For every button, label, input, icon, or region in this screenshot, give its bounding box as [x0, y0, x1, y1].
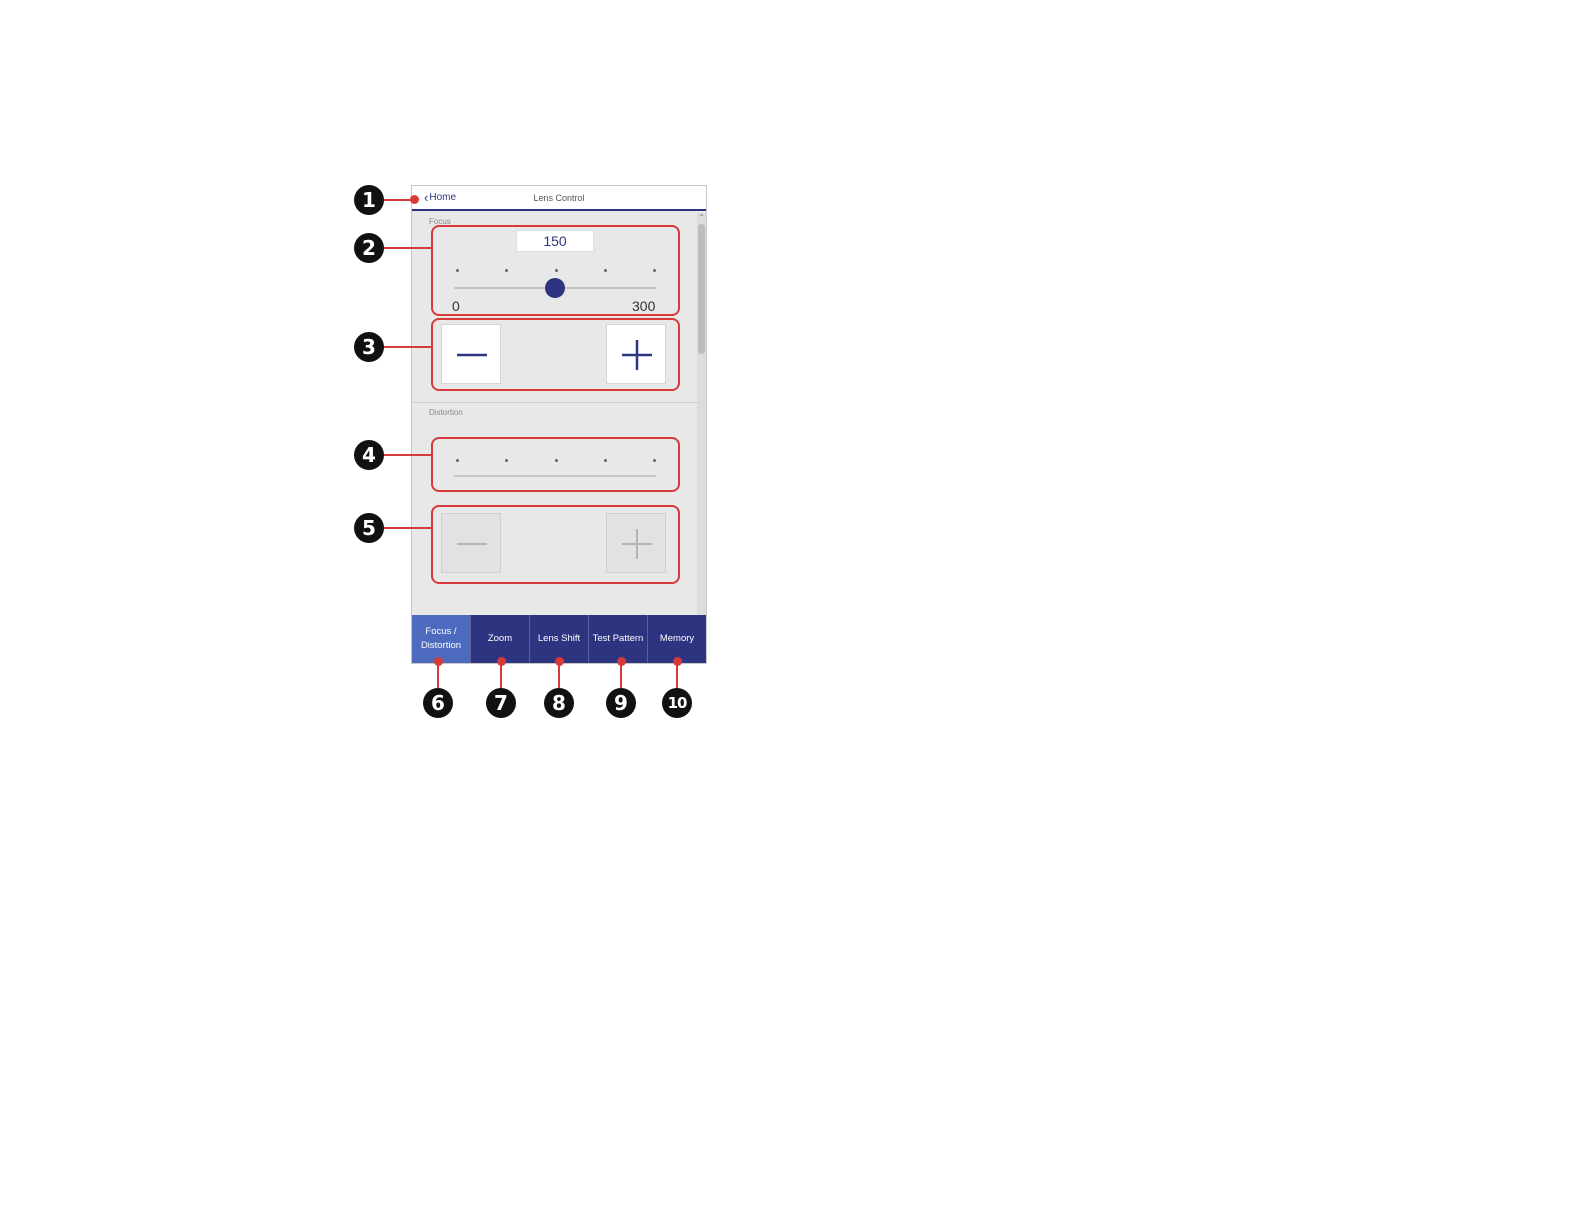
- callout-2: 2: [354, 233, 384, 263]
- scrollbar-thumb[interactable]: [698, 224, 705, 354]
- highlight-focus-buttons: [431, 318, 680, 391]
- callout-leader: [676, 664, 678, 688]
- scroll-up-icon[interactable]: ⌃: [698, 213, 705, 222]
- tab-memory[interactable]: Memory: [647, 615, 706, 663]
- callout-leader: [384, 247, 431, 249]
- callout-leader: [384, 527, 431, 529]
- callout-10: 10: [662, 688, 692, 718]
- header-bar: ‹ Home Lens Control: [412, 186, 706, 211]
- callout-leader: [558, 664, 560, 688]
- callout-8: 8: [544, 688, 574, 718]
- callout-dot: [410, 195, 419, 204]
- callout-leader: [437, 664, 439, 688]
- callout-9: 9: [606, 688, 636, 718]
- page-title: Lens Control: [533, 193, 585, 203]
- callout-leader: [620, 664, 622, 688]
- callout-5: 5: [354, 513, 384, 543]
- callout-leader: [384, 346, 431, 348]
- highlight-distortion-slider: [431, 437, 680, 492]
- highlight-focus-slider: [431, 225, 680, 316]
- tab-lens-shift[interactable]: Lens Shift: [529, 615, 588, 663]
- callout-7: 7: [486, 688, 516, 718]
- tab-focus-distortion[interactable]: Focus / Distortion: [412, 615, 470, 663]
- callout-leader: [384, 454, 431, 456]
- highlight-distortion-buttons: [431, 505, 680, 584]
- section-divider: [412, 402, 699, 403]
- callout-3: 3: [354, 332, 384, 362]
- callout-4: 4: [354, 440, 384, 470]
- bottom-tab-bar: Focus / Distortion Zoom Lens Shift Test …: [412, 615, 706, 663]
- callout-1: 1: [354, 185, 384, 215]
- callout-6: 6: [423, 688, 453, 718]
- tab-test-pattern[interactable]: Test Pattern: [588, 615, 647, 663]
- distortion-section-label: Distortion: [429, 408, 463, 417]
- tab-zoom[interactable]: Zoom: [470, 615, 529, 663]
- callout-leader: [500, 664, 502, 688]
